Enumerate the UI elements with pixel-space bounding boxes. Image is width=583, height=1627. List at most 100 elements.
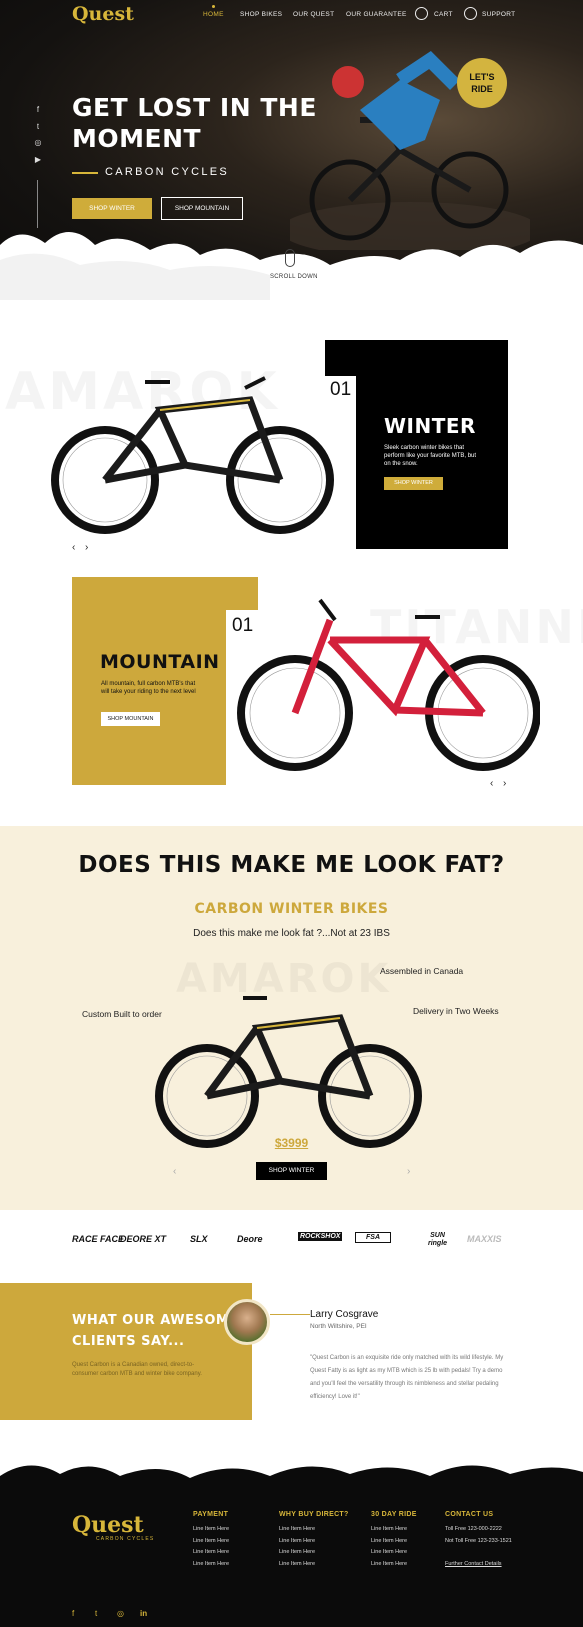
footer-phone-local: Not Toll Free 123-233-1521: [445, 1537, 512, 1544]
nav-cart[interactable]: CART: [434, 11, 453, 18]
instagram-icon[interactable]: ◎: [33, 138, 43, 147]
footer-link[interactable]: Line Item Here: [279, 1547, 369, 1559]
footer-link[interactable]: Line Item Here: [279, 1536, 369, 1548]
mountain-text: All mountain, full carbon MTB's that wil…: [101, 681, 196, 695]
testimonial-heading-line1: WHAT OUR AWESOME: [72, 1313, 239, 1328]
fat-price: $3999: [274, 1136, 309, 1150]
footer-col-title: WHY BUY DIRECT?: [279, 1511, 349, 1518]
lets-ride-badge[interactable]: LET'S RIDE: [457, 58, 507, 108]
testimonial-heading: WHAT OUR AWESOME CLIENTS SAY...: [72, 1310, 239, 1352]
brand-maxxis: MAXXIS: [467, 1234, 502, 1244]
footer-spacer: [445, 1547, 540, 1559]
nav-support[interactable]: SUPPORT: [482, 11, 515, 18]
testimonial-heading-line2: CLIENTS SAY...: [72, 1334, 185, 1349]
footer-twitter-icon[interactable]: t: [95, 1609, 97, 1618]
shop-mountain-button[interactable]: SHOP MOUNTAIN: [161, 197, 243, 220]
footer-col-contact: CONTACT US Toll Free 123-000-2222 Not To…: [445, 1511, 540, 1570]
badge-line1: LET'S: [469, 72, 495, 82]
footer-phone-tollfree: Toll Free 123-000-2222: [445, 1526, 502, 1532]
top-nav: Quest HOME SHOP BIKES OUR QUEST OUR GUAR…: [0, 0, 583, 30]
footer-col-why-buy: WHY BUY DIRECT? Line Item Here Line Item…: [279, 1511, 369, 1570]
mountain-next-arrow[interactable]: ›: [503, 778, 506, 789]
testimonial-panel: WHAT OUR AWESOME CLIENTS SAY... Quest Ca…: [0, 1283, 252, 1420]
fat-bike-section: DOES THIS MAKE ME LOOK FAT? CARBON WINTE…: [0, 826, 583, 1210]
youtube-icon[interactable]: ▶: [33, 155, 43, 164]
testimonial-name: Larry Cosgrave: [310, 1309, 379, 1320]
brand-sun-ringle: SUN ringle: [427, 1232, 448, 1247]
nav-shop-bikes[interactable]: SHOP BIKES: [240, 11, 282, 18]
brand-fsa: FSA: [355, 1232, 391, 1243]
hero-sub-rule: [72, 172, 98, 174]
fat-subheading: CARBON WINTER BIKES: [194, 901, 389, 917]
cart-icon[interactable]: [415, 7, 428, 20]
social-divider: [37, 180, 38, 228]
hero-subtitle: CARBON CYCLES: [105, 166, 230, 178]
phone-icon[interactable]: [464, 7, 477, 20]
hero-title-line1: GET LOST IN THE: [72, 93, 317, 122]
badge-line2: RIDE: [471, 84, 493, 94]
mountain-bike-image: [237, 598, 540, 771]
shop-winter-button[interactable]: SHOP WINTER: [72, 198, 152, 219]
feature-custom: Custom Built to order: [82, 1009, 162, 1019]
footer-link[interactable]: Line Item Here: [193, 1547, 273, 1559]
footer-link[interactable]: Line Item Here: [371, 1524, 441, 1536]
logo[interactable]: Quest: [72, 3, 134, 25]
fat-tagline: Does this make me look fat ?...Not at 23…: [193, 928, 390, 939]
hero-section: Quest HOME SHOP BIKES OUR QUEST OUR GUAR…: [0, 0, 583, 300]
avatar: [224, 1299, 270, 1345]
twitter-icon[interactable]: t: [33, 122, 43, 131]
footer-link[interactable]: Line Item Here: [279, 1559, 369, 1571]
mountain-prev-arrow[interactable]: ‹: [490, 778, 493, 789]
mountain-shop-button[interactable]: SHOP MOUNTAIN: [101, 712, 160, 726]
winter-title: WINTER: [384, 414, 476, 438]
winter-prev-arrow[interactable]: ‹: [72, 542, 75, 553]
fat-shop-winter-button[interactable]: SHOP WINTER: [256, 1162, 327, 1180]
footer-link[interactable]: Line Item Here: [371, 1559, 441, 1571]
testimonial-rule: [270, 1314, 310, 1315]
footer-logo[interactable]: Quest: [72, 1512, 144, 1538]
footer-col-title: 30 DAY RIDE: [371, 1511, 417, 1518]
footer-instagram-icon[interactable]: ◎: [117, 1609, 124, 1618]
brand-strip: RACE FACE DEORE XT SLX Deore ROCKSHOX FS…: [0, 1210, 583, 1270]
hero-title-line2: MOMENT: [72, 124, 202, 153]
footer-link[interactable]: Line Item Here: [371, 1536, 441, 1548]
footer-link[interactable]: Line Item Here: [193, 1559, 273, 1571]
feature-assembled: Assembled in Canada: [380, 966, 464, 976]
footer-link[interactable]: Line Item Here: [279, 1524, 369, 1536]
fat-next-arrow[interactable]: ›: [407, 1166, 410, 1177]
winter-bike-image: [51, 376, 334, 534]
footer-link[interactable]: Line Item Here: [371, 1547, 441, 1559]
fat-prev-arrow[interactable]: ‹: [173, 1166, 176, 1177]
nav-our-guarantee[interactable]: OUR GUARANTEE: [346, 11, 407, 18]
mountain-title: MOUNTAIN: [100, 651, 220, 673]
footer-tagline: CARBON CYCLES: [96, 1536, 155, 1542]
footer: Quest CARBON CYCLES f t ◎ in PAYMENT Lin…: [0, 1484, 583, 1627]
feature-delivery: Delivery in Two Weeks: [413, 1006, 499, 1016]
footer-contact-link[interactable]: Further Contact Details: [445, 1559, 540, 1571]
testimonial-location: North Wiltshire, PEI: [310, 1323, 367, 1330]
testimonial-quote: "Quest Carbon is an exquisite ride only …: [310, 1355, 504, 1400]
scroll-down-label: SCROLL DOWN: [270, 274, 318, 280]
nav-our-quest[interactable]: OUR QUEST: [293, 11, 334, 18]
scroll-mouse-icon[interactable]: [285, 249, 295, 267]
footer-col-title: PAYMENT: [193, 1511, 229, 1518]
facebook-icon[interactable]: f: [33, 105, 43, 114]
footer-facebook-icon[interactable]: f: [72, 1609, 74, 1618]
nav-home[interactable]: HOME: [203, 5, 224, 18]
winter-shop-button[interactable]: SHOP WINTER: [384, 477, 443, 490]
footer-link[interactable]: Line Item Here: [193, 1524, 273, 1536]
footer-col-30-day: 30 DAY RIDE Line Item Here Line Item Her…: [371, 1511, 441, 1570]
brand-raceface: RACE FACE: [72, 1234, 125, 1244]
footer-col-payment: PAYMENT Line Item Here Line Item Here Li…: [193, 1511, 273, 1570]
brand-rockshox: ROCKSHOX: [298, 1232, 343, 1241]
winter-text: Sleek carbon winter bikes that perform l…: [384, 445, 477, 467]
footer-col-title: CONTACT US: [445, 1511, 494, 1518]
testimonial-intro: Quest Carbon is a Canadian owned, direct…: [72, 1362, 202, 1377]
footer-link[interactable]: Line Item Here: [193, 1536, 273, 1548]
hero-title: GET LOST IN THE MOMENT: [72, 92, 317, 154]
winter-next-arrow[interactable]: ›: [85, 542, 88, 553]
fat-bike-image: [155, 996, 422, 1148]
brand-slx: SLX: [190, 1234, 208, 1244]
footer-linkedin-icon[interactable]: in: [140, 1609, 147, 1618]
brand-deore-xt: DEORE XT: [120, 1234, 167, 1244]
